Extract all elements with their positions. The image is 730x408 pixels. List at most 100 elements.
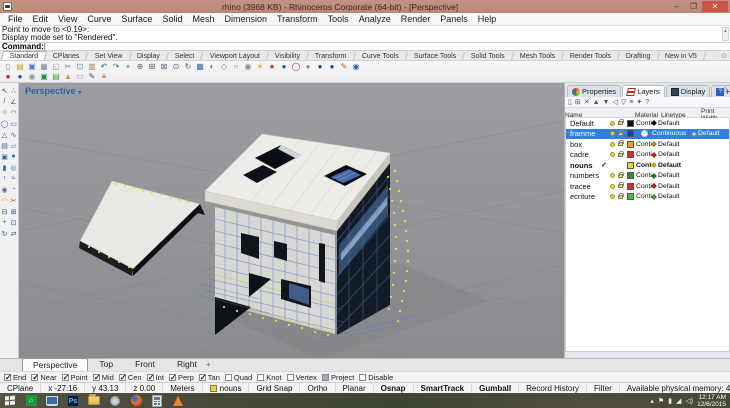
zoom-extents-icon[interactable]: ⊠ — [158, 62, 170, 72]
trim-icon[interactable]: ✂ — [9, 195, 18, 206]
osnap-checkbox[interactable] — [119, 374, 126, 381]
toolbar-tab[interactable]: Solid Tools — [463, 52, 514, 60]
toolbar-tab[interactable]: Viewport Layout — [202, 52, 269, 60]
layer-lock-icon[interactable] — [618, 153, 623, 157]
boolean-union-icon[interactable]: ◉ — [0, 184, 9, 195]
pipe-icon[interactable]: ◎ — [9, 162, 18, 173]
print-icon[interactable]: ▦ — [38, 62, 50, 72]
layer-print-width[interactable]: Default — [652, 141, 692, 148]
extrude-icon[interactable]: ↑ — [0, 173, 9, 184]
polyline-icon[interactable]: ∠ — [9, 96, 18, 107]
store-icon[interactable]: ⌂ — [25, 395, 37, 407]
copy-icon[interactable]: ⊡ — [74, 62, 86, 72]
osnap-option[interactable]: Mid — [93, 373, 114, 382]
menu-item[interactable]: Panels — [435, 14, 473, 24]
layer-lock-icon[interactable] — [618, 184, 623, 188]
curve-icon[interactable]: ∿ — [9, 129, 18, 140]
panel-gear-icon[interactable]: ⊙ — [722, 86, 728, 94]
toolbar-tab[interactable]: CPlanes — [45, 52, 88, 60]
osnap-option[interactable]: Near — [31, 373, 56, 382]
copy-screen-icon[interactable]: ◱ — [50, 62, 62, 72]
warning-cone-icon[interactable]: ▲ — [62, 72, 74, 82]
zoom-selected-icon[interactable]: ⊙ — [170, 62, 182, 72]
layer-visibility-icon[interactable] — [610, 173, 615, 178]
render-red-icon[interactable]: ● — [2, 72, 14, 82]
move-down-icon[interactable]: ▼ — [603, 98, 610, 107]
notes-icon[interactable]: ≡ — [98, 72, 110, 82]
help-globe-icon[interactable]: ◉ — [350, 62, 362, 72]
lock-objects-icon[interactable]: ◉ — [242, 62, 254, 72]
layer-linetype[interactable]: Continuou... — [636, 162, 652, 169]
layer-linetype[interactable]: Continuous — [636, 151, 652, 158]
menu-item[interactable]: Solid — [157, 14, 187, 24]
lamp-icon[interactable]: ☀ — [254, 62, 266, 72]
layer-row[interactable]: framme Continuous Default — [566, 129, 729, 140]
menu-item[interactable]: Surface — [116, 14, 157, 24]
calculator-icon[interactable] — [151, 395, 163, 407]
join-icon[interactable]: ⊞ — [9, 206, 18, 217]
sphere-red-icon[interactable]: ● — [266, 62, 278, 72]
layer-print-width[interactable]: Default — [652, 120, 692, 127]
toolbar-tab[interactable]: Set View — [87, 52, 131, 60]
toolbar-tab[interactable]: Curve Tools — [354, 52, 408, 60]
toolbar-tab[interactable]: Mesh Tools — [512, 52, 564, 60]
sphere-gray-icon[interactable]: ● — [302, 62, 314, 72]
command-scrollbar[interactable]: ▲ — [722, 27, 729, 41]
panel-tab[interactable]: Properties — [567, 85, 621, 97]
menu-item[interactable]: Mesh — [187, 14, 219, 24]
menu-item[interactable]: Render — [396, 14, 436, 24]
layer-linetype[interactable]: Continuous — [636, 193, 652, 200]
tray-expand-icon[interactable]: ▴ — [650, 397, 654, 405]
layer-color-swatch[interactable] — [627, 162, 634, 169]
layer-lock-icon[interactable] — [618, 195, 623, 199]
layer-tools-icon[interactable]: ✦ — [636, 98, 642, 107]
layer-linetype[interactable]: Continuous — [636, 120, 652, 127]
material-green-icon[interactable]: ▣ — [38, 72, 50, 82]
viewport-tab[interactable]: Top — [88, 357, 124, 371]
viewport-tab[interactable]: Front — [124, 357, 166, 371]
layer-color-swatch[interactable] — [627, 172, 634, 179]
action-center-icon[interactable]: ⚑ — [658, 397, 664, 405]
new-file-icon[interactable]: ▯ — [2, 62, 14, 72]
new-viewport-tab-button[interactable]: + — [200, 360, 217, 369]
list-icon[interactable]: ≡ — [629, 98, 633, 107]
toolbar-tab[interactable]: Select — [167, 52, 203, 60]
layer-row[interactable]: Default Continuous Default — [566, 118, 729, 129]
minimize-button[interactable]: – — [668, 1, 685, 12]
status-toggle[interactable]: Planar — [336, 383, 374, 393]
paint-brush-icon[interactable]: ✎ — [338, 62, 350, 72]
photoshop-icon[interactable]: Ps — [67, 395, 79, 407]
units-pane[interactable]: Meters — [163, 383, 202, 393]
layer-print-width[interactable]: Default — [652, 193, 692, 200]
status-toggle[interactable]: Grid Snap — [249, 383, 300, 393]
viewport-perspective[interactable]: Perspective ▾ — [19, 83, 564, 358]
move-icon[interactable]: + — [0, 217, 9, 228]
command-prompt[interactable]: Command:| — [0, 42, 730, 51]
texture-board-icon[interactable]: ▤ — [50, 72, 62, 82]
layer-print-width[interactable]: Default — [692, 130, 730, 137]
zoom-dynamic-icon[interactable]: ⊕ — [134, 62, 146, 72]
toolbar-tab[interactable]: New in V5 — [657, 52, 706, 60]
arc-icon[interactable]: ◠ — [9, 107, 18, 118]
toolbar-tab[interactable]: Transform — [307, 52, 356, 60]
sphere-darkblue-icon[interactable]: ● — [314, 62, 326, 72]
selection-box-icon[interactable]: ▭ — [74, 72, 86, 82]
panel-tab[interactable]: Layers — [622, 85, 665, 97]
new-layer-icon[interactable]: ▯ — [568, 98, 572, 107]
layer-row[interactable]: box Continuous Default — [566, 139, 729, 150]
ring-red-icon[interactable]: ◯ — [290, 62, 302, 72]
render-blue-icon[interactable]: ● — [14, 72, 26, 82]
layer-linetype[interactable]: Continuous — [636, 183, 652, 190]
menu-item[interactable]: File — [3, 14, 28, 24]
osnap-checkbox[interactable] — [322, 374, 329, 381]
osnap-checkbox[interactable] — [287, 374, 294, 381]
layer-print-width[interactable]: Default — [652, 172, 692, 179]
osnap-checkbox[interactable] — [147, 374, 154, 381]
layer-color-swatch[interactable] — [627, 141, 634, 148]
pan-icon[interactable]: + — [122, 62, 134, 72]
menu-item[interactable]: Transform — [272, 14, 323, 24]
shaded-view-icon[interactable]: ◐ — [206, 62, 218, 72]
menu-item[interactable]: Edit — [28, 14, 54, 24]
layer-visibility-icon[interactable] — [610, 131, 615, 136]
rotate-view-icon[interactable]: ↻ — [182, 62, 194, 72]
